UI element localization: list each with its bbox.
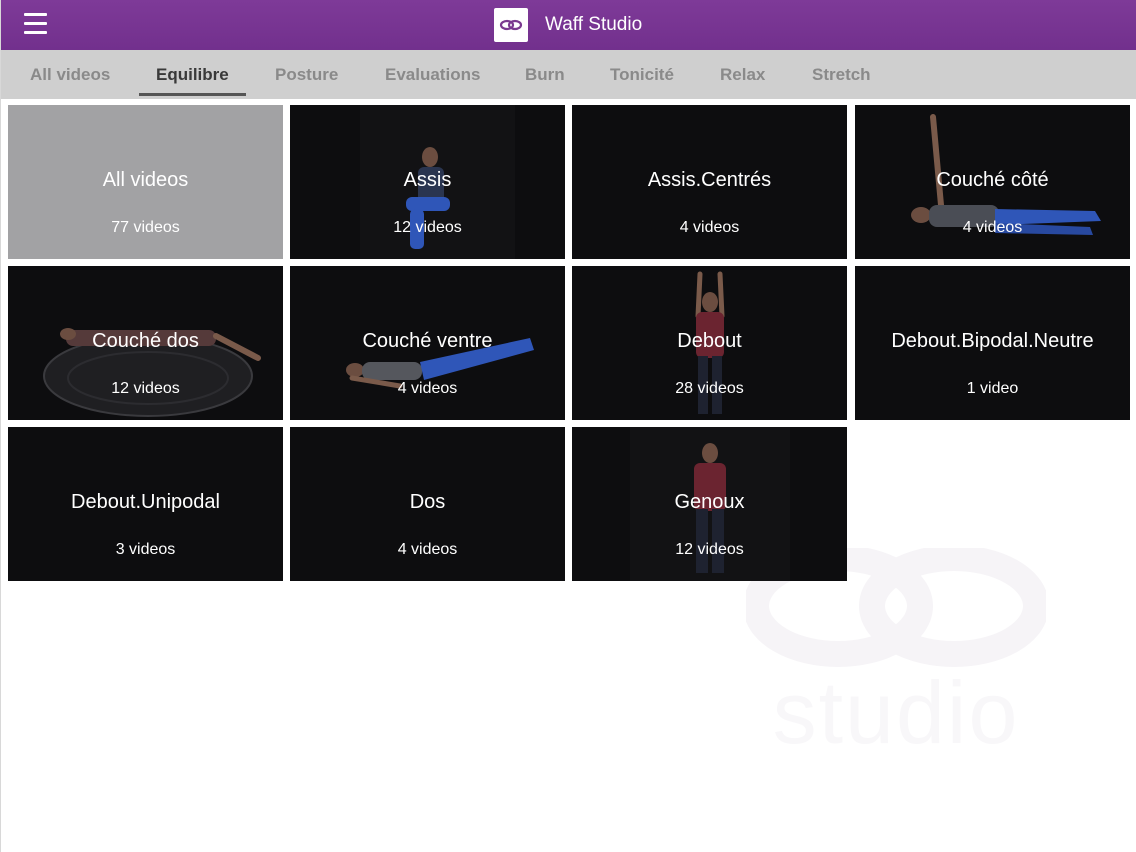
top-bar: Waff Studio	[1, 0, 1136, 50]
tile-title: Couché dos	[92, 330, 199, 352]
tab-burn[interactable]: Burn	[525, 65, 565, 85]
category-tile-assis-centres[interactable]: Assis.Centrés 4 videos	[572, 105, 847, 259]
tile-video-count: 12 videos	[675, 541, 744, 558]
category-tile-genoux[interactable]: Genoux 12 videos	[572, 427, 847, 581]
tile-video-count: 4 videos	[397, 380, 458, 397]
tab-posture[interactable]: Posture	[275, 65, 338, 85]
app-title: Waff Studio	[545, 14, 643, 35]
tile-title: Debout	[677, 330, 742, 352]
tile-video-count: 4 videos	[962, 219, 1023, 236]
tab-tonicite[interactable]: Tonicité	[610, 65, 674, 85]
tile-title: Debout.Unipodal	[71, 491, 220, 513]
tab-equilibre[interactable]: Equilibre	[156, 65, 229, 85]
tile-title: Couché côté	[936, 169, 1049, 191]
app-window: Waff Studio All videos Equilibre Posture…	[0, 0, 1136, 852]
tile-title: Assis	[403, 169, 452, 191]
tile-title: Debout.Bipodal.Neutre	[891, 330, 1094, 352]
category-tile-debout[interactable]: Debout 28 videos	[572, 266, 847, 420]
category-tile-assis[interactable]: Assis 12 videos	[290, 105, 565, 259]
category-tab-bar: All videos Equilibre Posture Evaluations…	[1, 50, 1136, 99]
tile-title: Genoux	[674, 491, 745, 513]
category-tile-couche-dos[interactable]: Couché dos 12 videos	[8, 266, 283, 420]
tab-relax[interactable]: Relax	[720, 65, 765, 85]
tile-title: All videos	[102, 169, 189, 191]
category-tile-couche-cote[interactable]: Couché côté 4 videos	[855, 105, 1130, 259]
category-tile-debout-unipodal[interactable]: Debout.Unipodal 3 videos	[8, 427, 283, 581]
tab-evaluations[interactable]: Evaluations	[385, 65, 480, 85]
tile-video-count: 3 videos	[115, 541, 176, 558]
category-tile-dos[interactable]: Dos 4 videos	[290, 427, 565, 581]
tile-video-count: 28 videos	[675, 380, 744, 397]
category-tile-debout-bipodal-neutre[interactable]: Debout.Bipodal.Neutre 1 video	[855, 266, 1130, 420]
tile-video-count: 77 videos	[111, 219, 180, 236]
tile-title: Assis.Centrés	[647, 169, 772, 191]
tab-all-videos[interactable]: All videos	[30, 65, 110, 85]
tile-title: Couché ventre	[362, 330, 493, 352]
tile-video-count: 12 videos	[111, 380, 180, 397]
category-tile-couche-ventre[interactable]: Couché ventre 4 videos	[290, 266, 565, 420]
waff-logo-icon	[494, 8, 528, 42]
tile-video-count: 12 videos	[393, 219, 462, 236]
tile-title: Dos	[409, 491, 446, 513]
tile-video-count: 1 video	[966, 380, 1019, 397]
tile-video-count: 4 videos	[397, 541, 458, 558]
hamburger-menu-icon[interactable]	[24, 13, 47, 35]
svg-text:studio: studio	[773, 663, 1020, 748]
tile-video-count: 4 videos	[679, 219, 740, 236]
tab-stretch[interactable]: Stretch	[812, 65, 871, 85]
category-tile-all-videos[interactable]: All videos 77 videos	[8, 105, 283, 259]
active-tab-indicator	[139, 93, 246, 96]
